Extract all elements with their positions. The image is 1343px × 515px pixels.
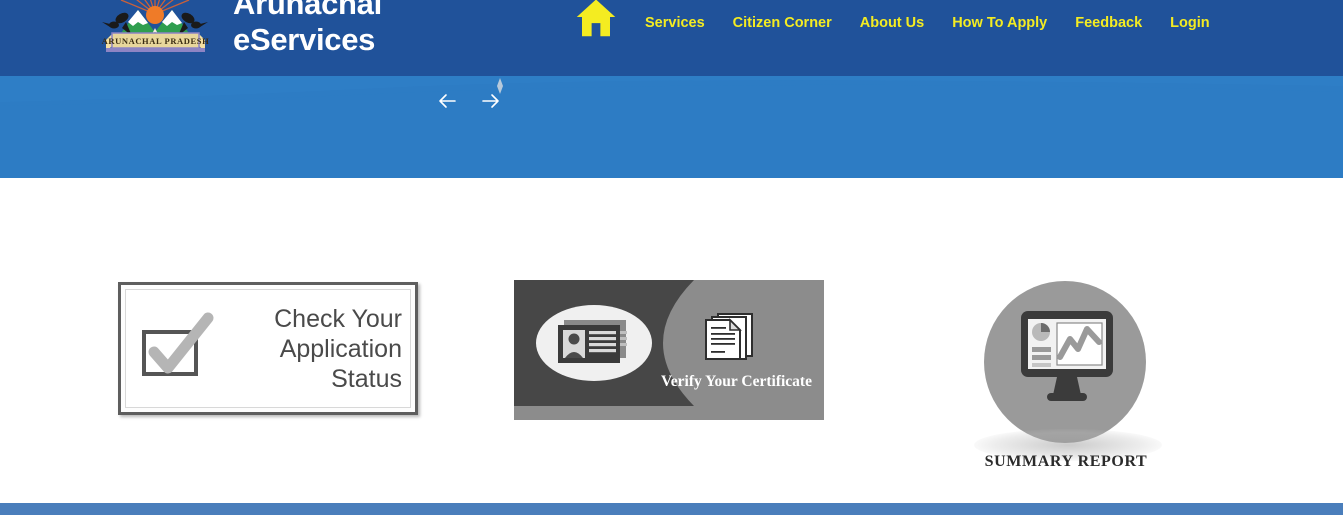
page-root: ARUNACHAL PRADESH Arunachal eServices Se…	[0, 0, 1343, 515]
svg-text:ARUNACHAL PRADESH: ARUNACHAL PRADESH	[102, 36, 210, 46]
hero-carousel-banner	[0, 76, 1343, 178]
nav-item-services[interactable]: Services	[631, 0, 719, 46]
state-emblem-logo: ARUNACHAL PRADESH	[102, 0, 210, 52]
nav-item-login[interactable]: Login	[1156, 0, 1223, 46]
summary-report-card[interactable]: SUMMARY REPORT	[966, 281, 1166, 481]
verify-certificate-label: Verify Your Certificate	[661, 373, 812, 390]
main-navigation: Services Citizen Corner About Us How To …	[575, 0, 1224, 46]
arrow-right-icon[interactable]	[472, 84, 506, 118]
checkbox-check-icon	[142, 312, 214, 376]
site-header: ARUNACHAL PRADESH Arunachal eServices Se…	[0, 0, 1343, 76]
id-card-icon	[536, 305, 652, 381]
check-application-status-label: Check Your Application Status	[274, 304, 402, 393]
nav-item-feedback[interactable]: Feedback	[1061, 0, 1156, 46]
site-title: Arunachal eServices	[233, 0, 382, 57]
nav-item-about-us[interactable]: About Us	[846, 0, 938, 46]
monitor-chart-icon	[1021, 311, 1113, 401]
verify-certificate-card[interactable]: Verify Your Certificate	[514, 280, 824, 420]
carousel-controls	[432, 84, 512, 118]
footer-strip	[0, 503, 1343, 515]
nav-item-how-to-apply[interactable]: How To Apply	[938, 0, 1061, 46]
nav-item-citizen-corner[interactable]: Citizen Corner	[719, 0, 846, 46]
summary-report-label: SUMMARY REPORT	[984, 453, 1148, 470]
home-icon[interactable]	[575, 0, 617, 38]
main-content: Check Your Application Status Verify You…	[0, 178, 1343, 500]
check-application-status-inner: Check Your Application Status	[125, 289, 411, 408]
arrow-left-icon[interactable]	[432, 84, 466, 118]
check-application-status-card[interactable]: Check Your Application Status	[118, 282, 418, 415]
banner-wave-decoration	[0, 76, 1343, 116]
document-stack-icon	[705, 313, 753, 360]
